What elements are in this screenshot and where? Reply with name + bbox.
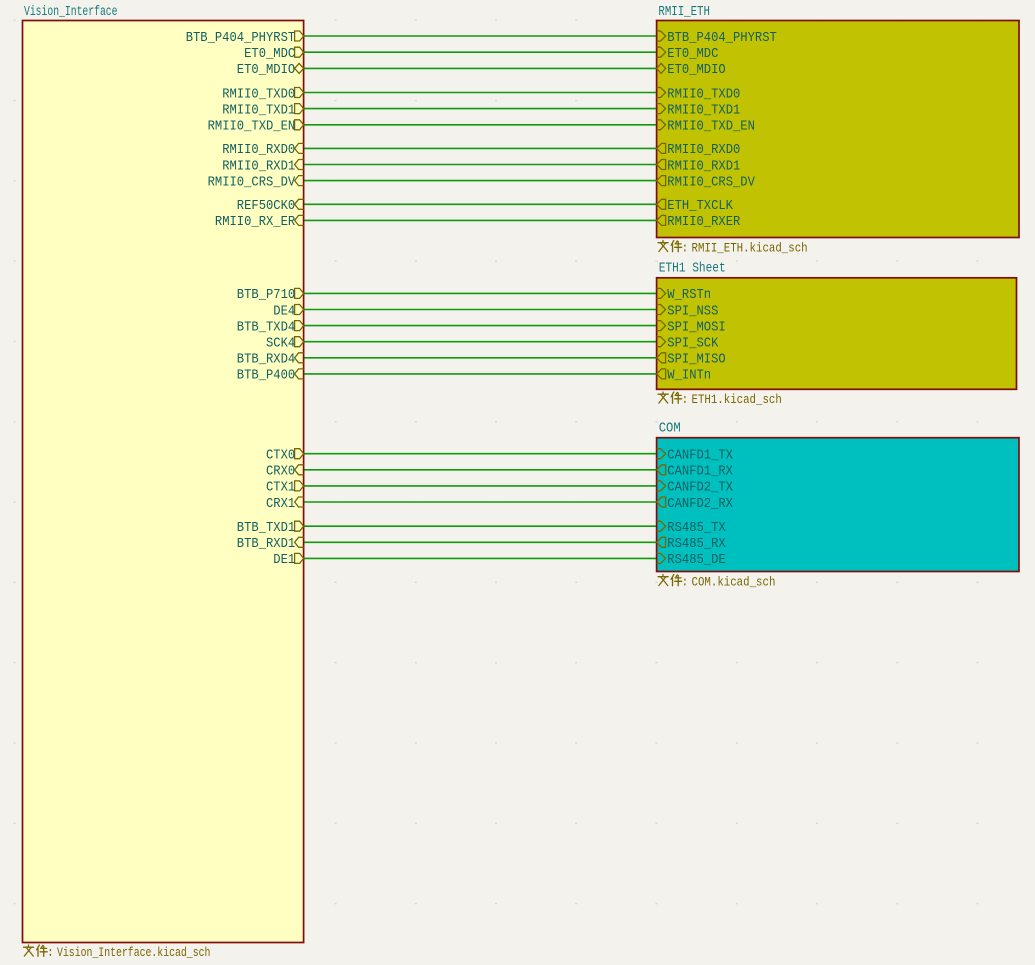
svg-text:RMII_ETH.kicad_sch: RMII_ETH.kicad_sch (692, 241, 808, 256)
svg-text:RMII0_RXD1: RMII0_RXD1 (667, 158, 740, 174)
svg-text:RMII0_TXD1: RMII0_TXD1 (667, 102, 740, 118)
svg-text:BTB_RXD4: BTB_RXD4 (237, 352, 295, 368)
svg-text:RMII0_TXD0: RMII0_TXD0 (222, 86, 295, 102)
svg-text:BTB_P404_PHYRST: BTB_P404_PHYRST (186, 30, 296, 46)
svg-text:ETH1.kicad_sch: ETH1.kicad_sch (692, 392, 782, 407)
svg-text:W_INTn: W_INTn (667, 368, 711, 384)
svg-text:BTB_P404_PHYRST: BTB_P404_PHYRST (667, 30, 777, 46)
svg-text:RS485_TX: RS485_TX (667, 520, 726, 536)
svg-text:SPI_MISO: SPI_MISO (667, 352, 725, 368)
svg-text:CANFD2_TX: CANFD2_TX (667, 480, 733, 496)
svg-text:BTB_P400: BTB_P400 (237, 368, 295, 384)
svg-text:SPI_NSS: SPI_NSS (667, 303, 718, 319)
svg-text:CRX1: CRX1 (266, 496, 295, 512)
svg-text:CTX1: CTX1 (266, 480, 295, 496)
svg-text:CTX0: CTX0 (266, 448, 295, 464)
svg-text:CANFD2_RX: CANFD2_RX (667, 496, 733, 512)
svg-text:RMII0_TXD1: RMII0_TXD1 (222, 102, 295, 118)
svg-text:RMII0_RXD0: RMII0_RXD0 (222, 142, 295, 158)
svg-text:CANFD1_RX: CANFD1_RX (667, 464, 733, 480)
svg-text:Vision_Interface.kicad_sch: Vision_Interface.kicad_sch (57, 945, 210, 960)
svg-text:ETH1 Sheet: ETH1 Sheet (659, 262, 726, 277)
svg-text:BTB_RXD1: BTB_RXD1 (237, 536, 295, 552)
svg-text:COM.kicad_sch: COM.kicad_sch (692, 575, 776, 590)
svg-text:ET0_MDC: ET0_MDC (244, 46, 295, 62)
svg-text:RMII0_TXD_EN: RMII0_TXD_EN (208, 119, 296, 135)
svg-text:SPI_SCK: SPI_SCK (667, 336, 719, 352)
svg-text:COM: COM (659, 422, 681, 437)
svg-text:RS485_RX: RS485_RX (667, 536, 726, 552)
svg-text:RMII0_CRS_DV: RMII0_CRS_DV (208, 174, 296, 190)
svg-text:ET0_MDIO: ET0_MDIO (667, 62, 725, 78)
svg-text:CRX0: CRX0 (266, 464, 295, 480)
svg-text:RS485_DE: RS485_DE (667, 552, 725, 568)
svg-text:BTB_TXD4: BTB_TXD4 (237, 319, 295, 335)
svg-text:BTB_P710: BTB_P710 (237, 287, 295, 303)
svg-text:RMII0_TXD0: RMII0_TXD0 (667, 86, 740, 102)
svg-text:Vision_Interface: Vision_Interface (24, 5, 118, 20)
svg-text:DE4: DE4 (273, 303, 295, 319)
svg-text:RMII0_RXD1: RMII0_RXD1 (222, 158, 295, 174)
svg-text:DE1: DE1 (273, 552, 295, 568)
svg-text:RMII0_RXD0: RMII0_RXD0 (667, 142, 740, 158)
svg-text:REF50CK0: REF50CK0 (237, 198, 295, 214)
svg-text:RMII0_TXD_EN: RMII0_TXD_EN (667, 119, 755, 135)
svg-text:RMII0_CRS_DV: RMII0_CRS_DV (667, 174, 755, 190)
svg-text:RMII0_RXER: RMII0_RXER (667, 214, 741, 230)
svg-text:SCK4: SCK4 (266, 336, 295, 352)
svg-text:RMII0_RX_ER: RMII0_RX_ER (215, 214, 296, 230)
svg-text:BTB_TXD1: BTB_TXD1 (237, 520, 295, 536)
svg-text:RMII_ETH: RMII_ETH (658, 5, 710, 20)
svg-text:ET0_MDC: ET0_MDC (667, 46, 718, 62)
svg-text:ET0_MDIO: ET0_MDIO (237, 62, 295, 78)
svg-text:SPI_MOSI: SPI_MOSI (667, 319, 725, 335)
svg-text:W_RSTn: W_RSTn (667, 287, 711, 303)
svg-text:ETH_TXCLK: ETH_TXCLK (667, 198, 733, 214)
svg-text:CANFD1_TX: CANFD1_TX (667, 448, 733, 464)
